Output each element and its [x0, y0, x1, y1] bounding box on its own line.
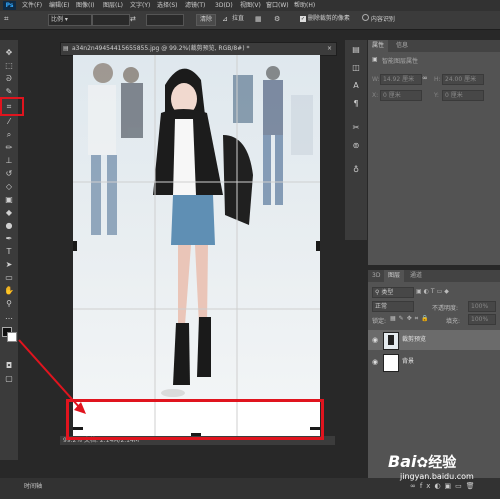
properties-panel-icon[interactable]: ▤	[350, 44, 362, 56]
opacity-field[interactable]: 100%	[468, 301, 496, 312]
tab-channels[interactable]: 通道	[406, 270, 426, 282]
swatches-panel-icon[interactable]: ⊚	[350, 140, 362, 152]
baidu-watermark: Bai✿经验	[388, 452, 456, 472]
properties-panel: 属性 信息 ▣ 智能图层属性 W: 14.92 厘米 ∞ H: 24.00 厘米…	[368, 40, 500, 265]
tools-preset-icon[interactable]: ✂	[350, 122, 362, 134]
eye-icon[interactable]: ◉	[372, 358, 380, 366]
lock-icons[interactable]: ▦✎✥⌗🔒	[390, 315, 432, 323]
tab-layers[interactable]: 图层	[384, 270, 405, 282]
paragraph-panel-icon[interactable]: ¶	[350, 98, 362, 110]
watermark-brand: Bai	[388, 452, 417, 471]
smart-object-icon: ▣	[372, 56, 378, 63]
y-field[interactable]: 0 厘米	[442, 90, 484, 101]
eye-icon[interactable]: ◉	[372, 336, 380, 344]
layer-row[interactable]: ◉ 裁剪预览	[368, 330, 500, 350]
bottom-bar: 时间轴 ∞fx◐▣▭🗑	[0, 478, 500, 499]
filter-icons[interactable]: ▣◐T▭◆	[416, 287, 451, 296]
h-field[interactable]: 24.00 厘米	[442, 74, 484, 85]
properties-subtitle: 智能图层属性	[382, 58, 419, 65]
layer-name: 背景	[402, 358, 415, 365]
tab-3d[interactable]: 3D	[368, 270, 384, 282]
panel-icon-strip: ▤ ◫ A ¶ ✂ ⊚ ♁	[345, 40, 367, 240]
w-field[interactable]: 14.92 厘米	[380, 74, 422, 85]
tab-properties[interactable]: 属性	[368, 40, 389, 52]
w-label: W:	[372, 76, 380, 83]
blend-mode-select[interactable]: 正常	[372, 301, 414, 312]
layer-row[interactable]: ◉ 背景	[368, 352, 500, 372]
fill-label: 填充:	[446, 318, 461, 325]
watermark-brand-suffix: 经验	[428, 455, 457, 471]
link-icon[interactable]: ∞	[422, 74, 428, 82]
layer-kind-label: 类型	[381, 289, 394, 296]
light-panel-icon[interactable]: ♁	[350, 164, 362, 176]
x-field[interactable]: 0 厘米	[380, 90, 422, 101]
layer-kind-filter[interactable]: ⚲ 类型	[372, 287, 414, 298]
x-label: X:	[372, 92, 379, 99]
layers-panel: 3D 图层 通道 ⚲ 类型 ▣◐T▭◆ 正常 不透明度: 100% 锁定: ▦✎…	[368, 270, 500, 478]
opacity-label: 不透明度:	[432, 305, 459, 312]
watermark-url: jingyan.baidu.com	[400, 472, 474, 481]
layer-thumbnail	[383, 354, 399, 372]
timeline-label[interactable]: 时间轴	[24, 482, 42, 492]
tab-info[interactable]: 信息	[392, 40, 412, 52]
history-panel-icon[interactable]: ◫	[350, 62, 362, 74]
fill-field[interactable]: 100%	[468, 314, 496, 325]
layer-thumbnail	[383, 332, 399, 350]
layer-actions-icons[interactable]: ∞fx◐▣▭🗑	[410, 482, 479, 490]
h-label: H:	[434, 76, 441, 83]
paw-icon: ✿	[416, 455, 429, 471]
layer-name: 裁剪预览	[402, 336, 427, 343]
character-panel-icon[interactable]: A	[350, 80, 362, 92]
y-label: Y:	[434, 92, 439, 99]
lock-label: 锁定:	[372, 318, 387, 325]
